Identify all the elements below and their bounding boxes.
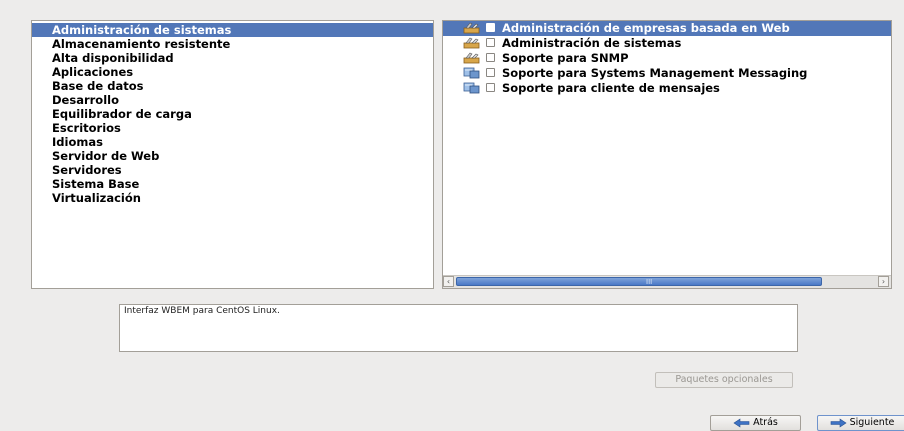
next-button-label: Siguiente xyxy=(849,417,895,428)
package-group-checkbox[interactable] xyxy=(486,23,495,32)
package-group-row[interactable]: Soporte para Systems Management Messagin… xyxy=(443,66,891,81)
package-group-label: Soporte para SNMP xyxy=(502,51,629,65)
category-item[interactable]: Administración de sistemas xyxy=(32,23,433,37)
package-group-label: Soporte para Systems Management Messagin… xyxy=(502,66,808,80)
package-group-row[interactable]: Administración de empresas basada en Web xyxy=(443,21,891,36)
package-group-row[interactable]: Soporte para cliente de mensajes xyxy=(443,81,891,96)
scroll-right-icon[interactable]: › xyxy=(878,276,889,287)
category-item[interactable]: Escritorios xyxy=(32,121,433,135)
admin-tools-icon xyxy=(463,37,480,49)
network-server-icon xyxy=(463,67,480,79)
horizontal-scrollbar[interactable]: ‹ III › xyxy=(443,275,891,288)
scrollbar-grip: III xyxy=(646,278,653,286)
package-group-label: Soporte para cliente de mensajes xyxy=(502,81,720,95)
category-item[interactable]: Idiomas xyxy=(32,135,433,149)
package-group-label: Administración de empresas basada en Web xyxy=(502,21,790,35)
category-item[interactable]: Desarrollo xyxy=(32,93,433,107)
category-item[interactable]: Alta disponibilidad xyxy=(32,51,433,65)
package-group-checkbox[interactable] xyxy=(486,38,495,47)
category-item[interactable]: Base de datos xyxy=(32,79,433,93)
category-item[interactable]: Aplicaciones xyxy=(32,65,433,79)
scroll-left-icon[interactable]: ‹ xyxy=(443,276,454,287)
package-group-row[interactable]: Administración de sistemas xyxy=(443,36,891,51)
package-description: Interfaz WBEM para CentOS Linux. xyxy=(119,304,798,352)
admin-tools-icon xyxy=(463,22,480,34)
admin-tools-icon xyxy=(463,52,480,64)
optional-packages-button[interactable]: Paquetes opcionales xyxy=(655,372,793,388)
package-group-list[interactable]: Administración de empresas basada en Web… xyxy=(442,20,892,289)
category-item[interactable]: Servidor de Web xyxy=(32,149,433,163)
network-server-icon xyxy=(463,82,480,94)
package-group-label: Administración de sistemas xyxy=(502,36,682,50)
next-button[interactable]: Siguiente xyxy=(817,415,904,431)
next-arrow-icon xyxy=(830,417,847,428)
category-item[interactable]: Equilibrador de carga xyxy=(32,107,433,121)
category-item[interactable]: Almacenamiento resistente xyxy=(32,37,433,51)
back-button-label: Atrás xyxy=(753,417,778,428)
back-button[interactable]: Atrás xyxy=(710,415,801,431)
package-group-checkbox[interactable] xyxy=(486,83,495,92)
back-arrow-icon xyxy=(733,417,750,428)
category-item[interactable]: Servidores xyxy=(32,163,433,177)
package-group-row[interactable]: Soporte para SNMP xyxy=(443,51,891,66)
package-group-checkbox[interactable] xyxy=(486,53,495,62)
category-list[interactable]: Administración de sistemas Almacenamient… xyxy=(31,20,434,289)
scrollbar-thumb[interactable]: III xyxy=(456,277,822,286)
category-item[interactable]: Virtualización xyxy=(32,191,433,205)
package-group-checkbox[interactable] xyxy=(486,68,495,77)
category-item[interactable]: Sistema Base xyxy=(32,177,433,191)
